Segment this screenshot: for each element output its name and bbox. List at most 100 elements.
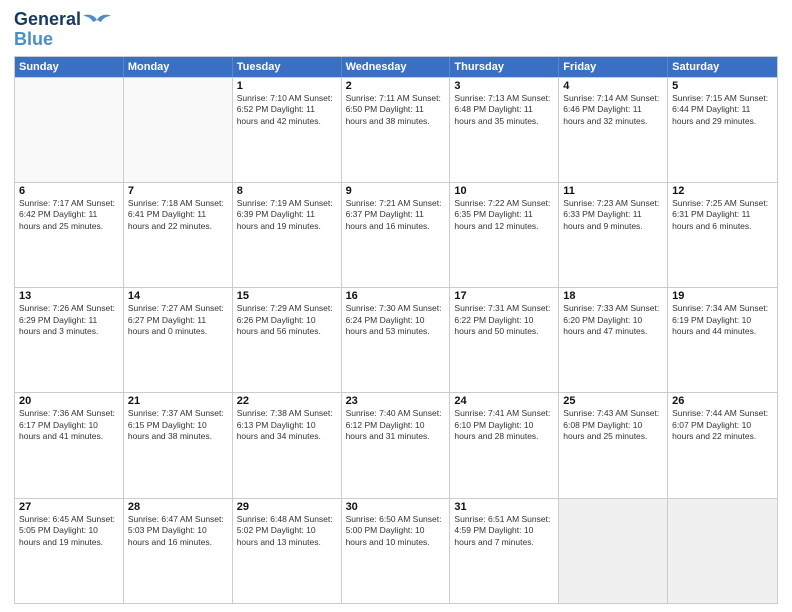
day-cell-21: 21Sunrise: 7:37 AM Sunset: 6:15 PM Dayli… [124,393,233,497]
day-number: 26 [672,395,773,407]
day-cell-3: 3Sunrise: 7:13 AM Sunset: 6:48 PM Daylig… [450,78,559,182]
week-row-5: 27Sunrise: 6:45 AM Sunset: 5:05 PM Dayli… [15,498,777,603]
day-cell-14: 14Sunrise: 7:27 AM Sunset: 6:27 PM Dayli… [124,288,233,392]
day-number: 14 [128,290,228,302]
day-number: 17 [454,290,554,302]
day-number: 3 [454,80,554,92]
day-info: Sunrise: 7:19 AM Sunset: 6:39 PM Dayligh… [237,198,337,232]
day-number: 13 [19,290,119,302]
day-info: Sunrise: 6:51 AM Sunset: 4:59 PM Dayligh… [454,514,554,548]
calendar-body: 1Sunrise: 7:10 AM Sunset: 6:52 PM Daylig… [15,77,777,603]
day-cell-29: 29Sunrise: 6:48 AM Sunset: 5:02 PM Dayli… [233,499,342,603]
logo-text: GeneralBlue [14,10,81,50]
day-cell-16: 16Sunrise: 7:30 AM Sunset: 6:24 PM Dayli… [342,288,451,392]
day-number: 31 [454,501,554,513]
day-header-tuesday: Tuesday [233,57,342,77]
day-number: 16 [346,290,446,302]
day-info: Sunrise: 7:13 AM Sunset: 6:48 PM Dayligh… [454,93,554,127]
day-info: Sunrise: 7:22 AM Sunset: 6:35 PM Dayligh… [454,198,554,232]
day-info: Sunrise: 7:14 AM Sunset: 6:46 PM Dayligh… [563,93,663,127]
day-info: Sunrise: 7:30 AM Sunset: 6:24 PM Dayligh… [346,303,446,337]
day-info: Sunrise: 6:45 AM Sunset: 5:05 PM Dayligh… [19,514,119,548]
day-cell-17: 17Sunrise: 7:31 AM Sunset: 6:22 PM Dayli… [450,288,559,392]
day-header-saturday: Saturday [668,57,777,77]
day-header-monday: Monday [124,57,233,77]
day-number: 10 [454,185,554,197]
day-cell-28: 28Sunrise: 6:47 AM Sunset: 5:03 PM Dayli… [124,499,233,603]
day-number: 25 [563,395,663,407]
day-info: Sunrise: 7:40 AM Sunset: 6:12 PM Dayligh… [346,408,446,442]
day-cell-11: 11Sunrise: 7:23 AM Sunset: 6:33 PM Dayli… [559,183,668,287]
day-number: 22 [237,395,337,407]
day-number: 24 [454,395,554,407]
logo-blue: Blue [14,29,53,49]
day-cell-19: 19Sunrise: 7:34 AM Sunset: 6:19 PM Dayli… [668,288,777,392]
day-number: 29 [237,501,337,513]
week-row-2: 6Sunrise: 7:17 AM Sunset: 6:42 PM Daylig… [15,182,777,287]
day-number: 20 [19,395,119,407]
day-number: 6 [19,185,119,197]
day-number: 28 [128,501,228,513]
day-cell-20: 20Sunrise: 7:36 AM Sunset: 6:17 PM Dayli… [15,393,124,497]
day-number: 30 [346,501,446,513]
day-number: 7 [128,185,228,197]
day-info: Sunrise: 7:21 AM Sunset: 6:37 PM Dayligh… [346,198,446,232]
day-info: Sunrise: 7:29 AM Sunset: 6:26 PM Dayligh… [237,303,337,337]
day-info: Sunrise: 7:43 AM Sunset: 6:08 PM Dayligh… [563,408,663,442]
day-cell-25: 25Sunrise: 7:43 AM Sunset: 6:08 PM Dayli… [559,393,668,497]
day-info: Sunrise: 7:25 AM Sunset: 6:31 PM Dayligh… [672,198,773,232]
day-info: Sunrise: 7:15 AM Sunset: 6:44 PM Dayligh… [672,93,773,127]
page-header: GeneralBlue [14,10,778,50]
day-cell-12: 12Sunrise: 7:25 AM Sunset: 6:31 PM Dayli… [668,183,777,287]
calendar-header: SundayMondayTuesdayWednesdayThursdayFrid… [15,57,777,77]
day-number: 9 [346,185,446,197]
day-info: Sunrise: 7:27 AM Sunset: 6:27 PM Dayligh… [128,303,228,337]
day-header-thursday: Thursday [450,57,559,77]
day-info: Sunrise: 6:47 AM Sunset: 5:03 PM Dayligh… [128,514,228,548]
week-row-1: 1Sunrise: 7:10 AM Sunset: 6:52 PM Daylig… [15,77,777,182]
day-info: Sunrise: 7:44 AM Sunset: 6:07 PM Dayligh… [672,408,773,442]
day-cell-31: 31Sunrise: 6:51 AM Sunset: 4:59 PM Dayli… [450,499,559,603]
day-cell-13: 13Sunrise: 7:26 AM Sunset: 6:29 PM Dayli… [15,288,124,392]
day-number: 19 [672,290,773,302]
day-number: 27 [19,501,119,513]
day-cell-10: 10Sunrise: 7:22 AM Sunset: 6:35 PM Dayli… [450,183,559,287]
day-number: 5 [672,80,773,92]
day-cell-18: 18Sunrise: 7:33 AM Sunset: 6:20 PM Dayli… [559,288,668,392]
day-number: 18 [563,290,663,302]
day-info: Sunrise: 7:11 AM Sunset: 6:50 PM Dayligh… [346,93,446,127]
day-info: Sunrise: 7:26 AM Sunset: 6:29 PM Dayligh… [19,303,119,337]
day-info: Sunrise: 7:38 AM Sunset: 6:13 PM Dayligh… [237,408,337,442]
day-info: Sunrise: 7:10 AM Sunset: 6:52 PM Dayligh… [237,93,337,127]
empty-cell [124,78,233,182]
empty-cell [559,499,668,603]
day-info: Sunrise: 7:17 AM Sunset: 6:42 PM Dayligh… [19,198,119,232]
day-number: 1 [237,80,337,92]
day-number: 23 [346,395,446,407]
day-header-wednesday: Wednesday [342,57,451,77]
day-info: Sunrise: 7:31 AM Sunset: 6:22 PM Dayligh… [454,303,554,337]
day-cell-30: 30Sunrise: 6:50 AM Sunset: 5:00 PM Dayli… [342,499,451,603]
day-info: Sunrise: 7:37 AM Sunset: 6:15 PM Dayligh… [128,408,228,442]
week-row-4: 20Sunrise: 7:36 AM Sunset: 6:17 PM Dayli… [15,392,777,497]
day-number: 4 [563,80,663,92]
day-cell-8: 8Sunrise: 7:19 AM Sunset: 6:39 PM Daylig… [233,183,342,287]
day-info: Sunrise: 7:33 AM Sunset: 6:20 PM Dayligh… [563,303,663,337]
empty-cell [15,78,124,182]
day-cell-9: 9Sunrise: 7:21 AM Sunset: 6:37 PM Daylig… [342,183,451,287]
day-number: 12 [672,185,773,197]
day-cell-6: 6Sunrise: 7:17 AM Sunset: 6:42 PM Daylig… [15,183,124,287]
logo: GeneralBlue [14,10,111,50]
day-number: 2 [346,80,446,92]
day-cell-24: 24Sunrise: 7:41 AM Sunset: 6:10 PM Dayli… [450,393,559,497]
day-cell-1: 1Sunrise: 7:10 AM Sunset: 6:52 PM Daylig… [233,78,342,182]
day-number: 15 [237,290,337,302]
day-info: Sunrise: 6:48 AM Sunset: 5:02 PM Dayligh… [237,514,337,548]
day-cell-7: 7Sunrise: 7:18 AM Sunset: 6:41 PM Daylig… [124,183,233,287]
day-info: Sunrise: 7:36 AM Sunset: 6:17 PM Dayligh… [19,408,119,442]
day-info: Sunrise: 6:50 AM Sunset: 5:00 PM Dayligh… [346,514,446,548]
day-cell-22: 22Sunrise: 7:38 AM Sunset: 6:13 PM Dayli… [233,393,342,497]
calendar: SundayMondayTuesdayWednesdayThursdayFrid… [14,56,778,604]
day-cell-27: 27Sunrise: 6:45 AM Sunset: 5:05 PM Dayli… [15,499,124,603]
day-cell-5: 5Sunrise: 7:15 AM Sunset: 6:44 PM Daylig… [668,78,777,182]
